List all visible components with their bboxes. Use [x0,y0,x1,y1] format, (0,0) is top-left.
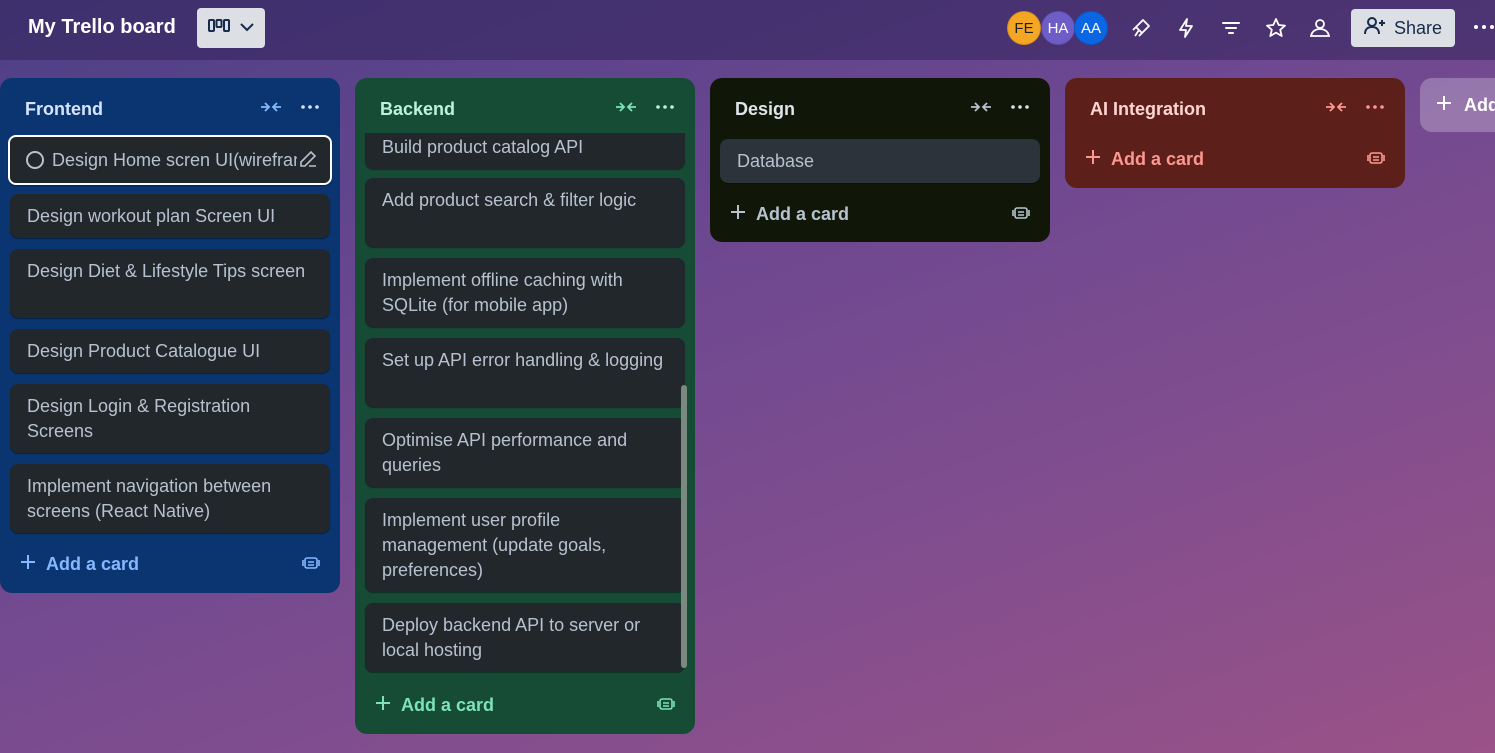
scrollbar[interactable] [681,385,687,668]
add-list-button[interactable]: Add [1420,78,1495,132]
list-item[interactable]: Design Product Catalogue UI [10,329,330,373]
card-title: Design Home scren UI(wirefram [52,149,297,170]
list-item[interactable]: Database [720,139,1040,183]
list-design: Design Database Add a card [710,78,1050,242]
collapse-icon[interactable] [1325,100,1347,119]
list-item[interactable]: Implement navigation between screens (Re… [10,464,330,533]
list-title[interactable]: Backend [380,99,455,120]
add-card-button[interactable]: Add a card [1085,144,1204,174]
complete-checkbox[interactable] [26,151,44,169]
automation-icon[interactable] [1172,14,1200,42]
card-title: Design workout plan Screen UI [27,206,276,226]
card-template-icon[interactable] [302,555,320,576]
star-icon[interactable] [1262,14,1290,42]
power-ups-icon[interactable] [1127,14,1155,42]
add-card-label: Add a card [756,203,850,224]
add-card-label: Add a card [401,694,495,715]
card-title: Design Diet & Lifestyle Tips screen [27,261,306,281]
list-item[interactable]: Optimise API performance and queries [365,418,685,487]
add-card-button[interactable]: Add a card [730,199,849,229]
add-list-label: Add [1464,94,1495,115]
list-header: Frontend [0,78,340,134]
card-title: Database [737,151,815,171]
board-view-switcher[interactable] [197,8,265,48]
list-header: Design [710,78,1050,134]
more-icon[interactable] [1473,14,1495,45]
share-label: Share [1393,17,1443,38]
card-title: Build product catalog API [382,137,584,157]
list-title[interactable]: Frontend [25,99,103,120]
plus-icon [20,554,36,575]
more-icon[interactable] [1010,100,1030,119]
list-title[interactable]: AI Integration [1090,99,1206,120]
add-member-icon [1363,16,1386,41]
list-item[interactable]: Design Diet & Lifestyle Tips screen [10,249,330,318]
plus-icon [1436,95,1452,116]
list-item[interactable]: Deploy backend API to server or local ho… [365,603,685,672]
collapse-icon[interactable] [615,100,637,119]
card-title: Deploy backend API to server or local ho… [382,615,641,660]
add-card-label: Add a card [1111,148,1205,169]
avatar[interactable]: AA [1074,11,1108,45]
board-header: My Trello board FE HA AA Share [0,0,1495,60]
list-header: AI Integration [1065,78,1405,134]
card-title: Design Login & Registration Screens [27,396,251,441]
plus-icon [375,695,391,716]
board-view-icon [208,18,230,39]
share-button[interactable]: Share [1351,9,1455,47]
avatar[interactable]: HA [1041,11,1075,45]
edit-icon[interactable] [298,149,318,176]
list-item[interactable]: Design workout plan Screen UI [10,194,330,238]
plus-icon [730,204,746,225]
card-template-icon[interactable] [1012,205,1030,226]
collapse-icon[interactable] [970,100,992,119]
visibility-icon[interactable] [1306,14,1334,42]
list-item[interactable]: Design Login & Registration Screens [10,384,330,453]
more-icon[interactable] [1365,100,1385,119]
list-item[interactable]: Design Home scren UI(wirefram [8,135,332,185]
add-card-label: Add a card [46,553,140,574]
card-title: Design Product Catalogue UI [27,341,261,361]
card-template-icon[interactable] [657,696,675,717]
list-item[interactable]: Set up API error handling & logging [365,338,685,407]
filter-icon[interactable] [1217,14,1245,42]
card-scroll-area[interactable]: Build product catalog API Add product se… [355,133,695,673]
more-icon[interactable] [300,100,320,119]
card-title: Implement user profile management (updat… [382,510,607,580]
list-title[interactable]: Design [735,99,795,120]
list-item[interactable]: Implement user profile management (updat… [365,498,685,592]
list-ai-integration: AI Integration Add a card [1065,78,1405,188]
chevron-down-icon [240,19,254,37]
card-template-icon[interactable] [1367,150,1385,171]
card-title: Add product search & filter logic [382,190,637,210]
list-frontend: Frontend Design Home scren UI(wirefram D… [0,78,340,593]
list-backend: Backend Build product catalog API Add pr… [355,78,695,734]
board-title[interactable]: My Trello board [28,16,176,39]
card-title: Implement navigation between screens (Re… [27,476,272,521]
card-title: Set up API error handling & logging [382,350,664,370]
collapse-icon[interactable] [260,100,282,119]
list-header: Backend [355,78,695,134]
add-card-button[interactable]: Add a card [375,690,494,720]
add-card-button[interactable]: Add a card [20,549,139,579]
list-item[interactable]: Add product search & filter logic [365,178,685,247]
card-title: Optimise API performance and queries [382,430,628,475]
list-item[interactable]: Implement offline caching with SQLite (f… [365,258,685,327]
more-icon[interactable] [655,100,675,119]
card-title: Implement offline caching with SQLite (f… [382,270,623,315]
list-item[interactable]: Build product catalog API [365,133,685,169]
plus-icon [1085,149,1101,170]
avatar[interactable]: FE [1007,11,1041,45]
